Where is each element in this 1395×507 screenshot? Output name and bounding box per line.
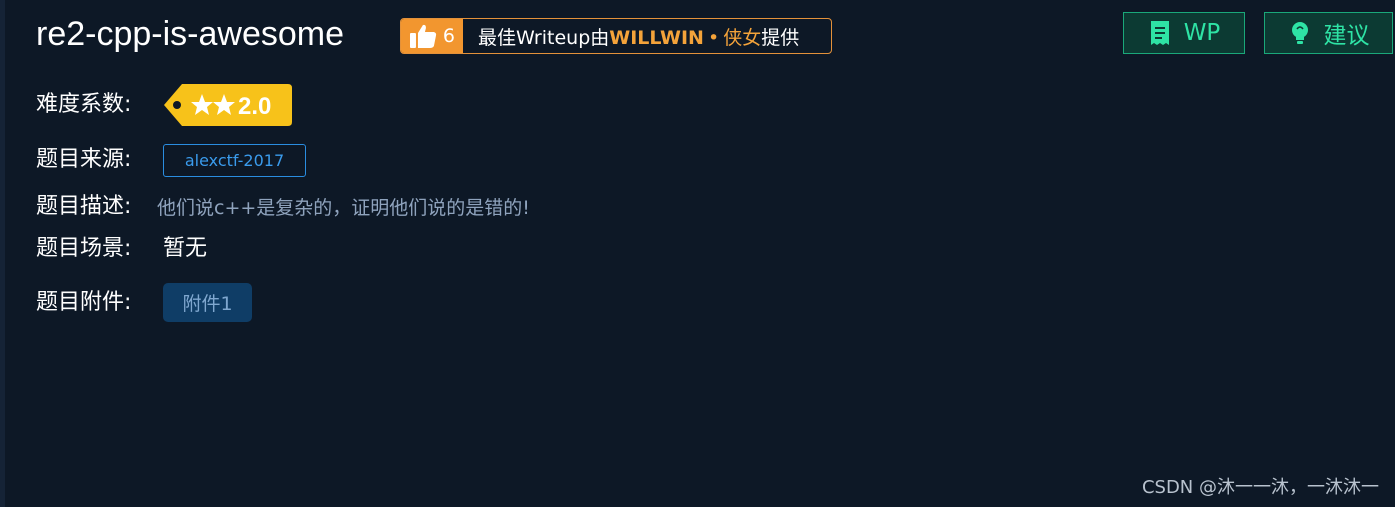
wp-button[interactable]: WP <box>1123 12 1245 54</box>
writeup-separator: • <box>707 26 720 49</box>
difficulty-value: 2.0 <box>238 93 271 120</box>
left-border <box>0 0 5 507</box>
difficulty-tag: 2.0 <box>164 84 292 126</box>
watermark: CSDN @沐一一沐，一沐沐一 <box>1141 477 1379 498</box>
lightbulb-icon <box>1291 22 1308 44</box>
difficulty-label: 难度系数: <box>36 92 132 117</box>
thumbs-up-icon <box>409 24 437 48</box>
source-tag[interactable]: alexctf-2017 <box>163 144 306 177</box>
attachment-label: 题目附件: <box>36 290 132 315</box>
source-label: 题目来源: <box>36 147 132 172</box>
writeup-author[interactable]: WILLWIN <box>609 27 704 49</box>
advice-button[interactable]: 建议 <box>1264 12 1393 54</box>
challenge-title: re2-cpp-is-awesome <box>36 15 344 53</box>
like-count: 6 <box>442 25 455 47</box>
description-label: 题目描述: <box>36 194 132 219</box>
wp-button-label: WP <box>1183 20 1221 46</box>
description-text: 他们说c++是复杂的，证明他们说的是错的! <box>157 197 530 219</box>
scene-value: 暂无 <box>163 236 208 261</box>
advice-button-label: 建议 <box>1323 23 1370 49</box>
attachment-button[interactable]: 附件1 <box>163 283 252 322</box>
like-box[interactable]: 6 <box>401 19 463 53</box>
writeup-text: 最佳Writeup由WILLWIN • 侠女提供 <box>478 23 799 50</box>
writeup-author-tag: 侠女 <box>723 26 762 49</box>
document-icon <box>1150 21 1169 45</box>
writeup-prefix: 最佳Writeup由 <box>478 26 610 49</box>
best-writeup-badge[interactable]: 6 最佳Writeup由WILLWIN • 侠女提供 <box>400 18 832 54</box>
scene-label: 题目场景: <box>36 236 132 261</box>
writeup-suffix: 提供 <box>761 26 800 49</box>
